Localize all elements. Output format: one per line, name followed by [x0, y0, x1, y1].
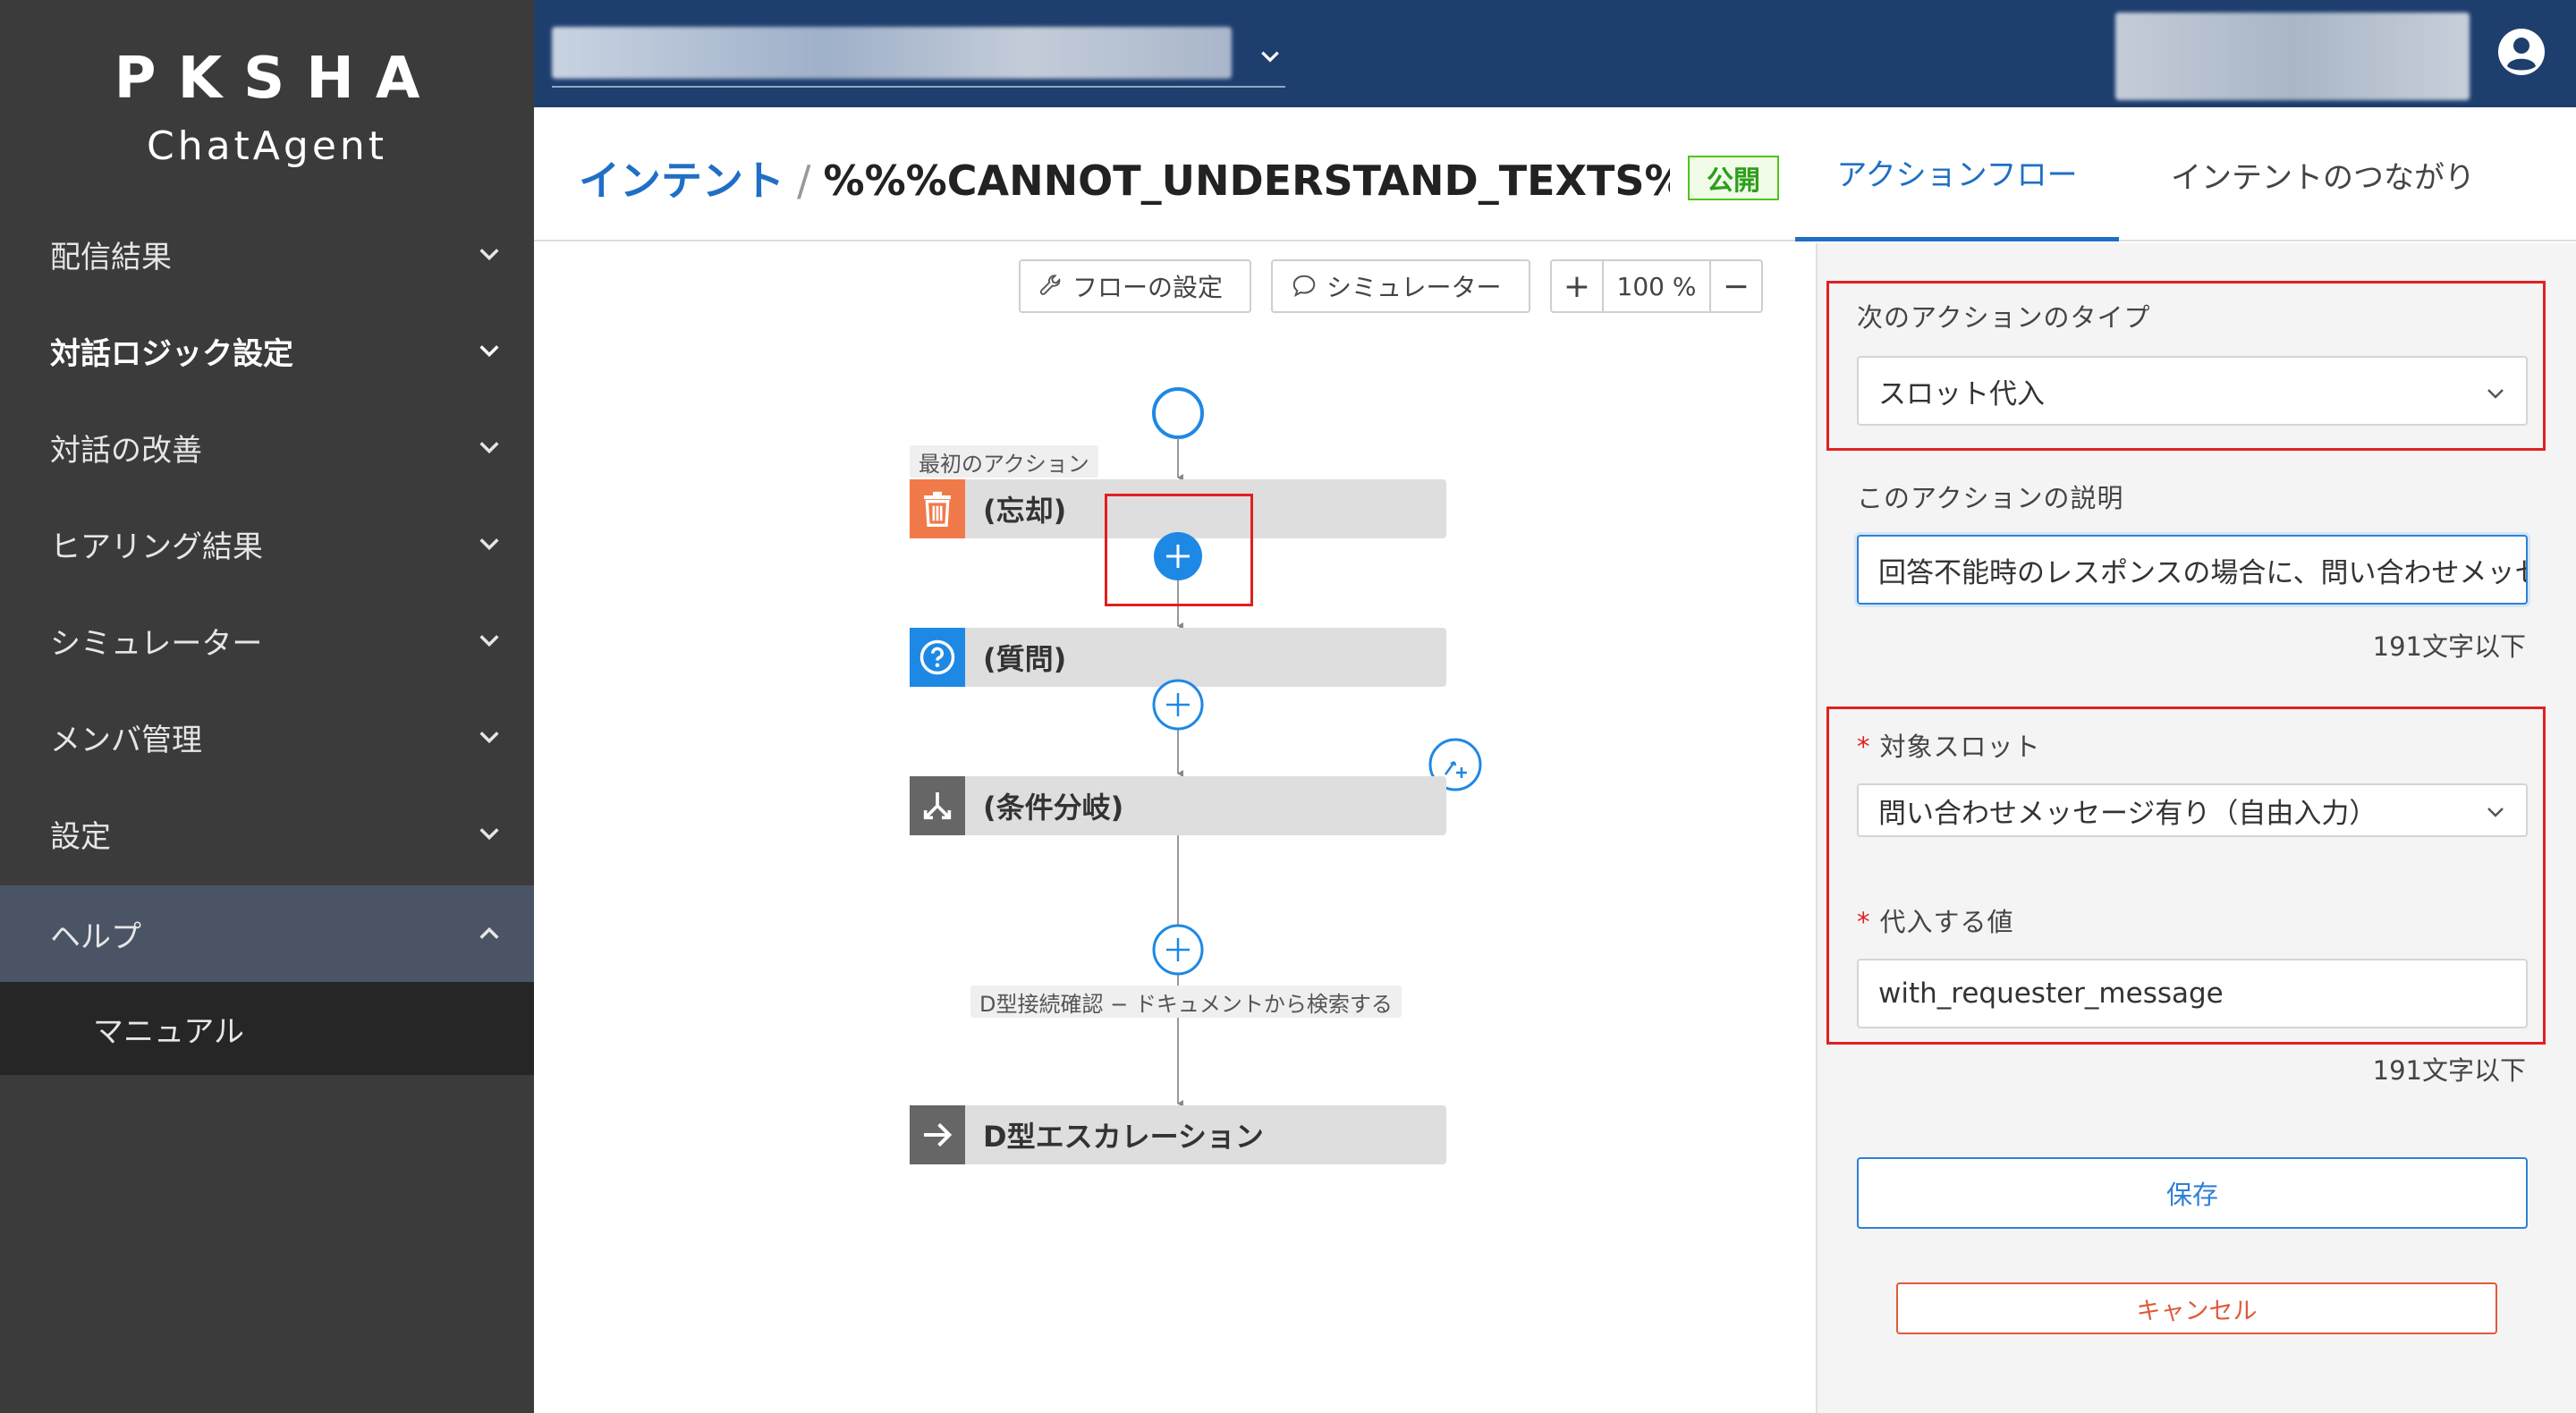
flow-node-branch[interactable]: (条件分岐) [910, 776, 1446, 835]
description-char-limit: 191文字以下 [2372, 631, 2526, 662]
page-header: インテント/%%%CANNOT_UNDERSTAND_TEXTS%%%デ 公開 … [534, 107, 2576, 241]
sidebar-item-label: 設定 [50, 818, 111, 855]
user-account-icon[interactable] [2496, 27, 2546, 77]
flow-node-label: (条件分岐) [983, 791, 1124, 825]
sidebar-item-label: 対話ロジック設定 [50, 335, 293, 372]
zoom-control: + 100 % − [1550, 259, 1763, 313]
sidebar-item-label: ヒアリング結果 [50, 529, 263, 565]
sidebar-item-help[interactable]: ヘルプ [0, 885, 534, 982]
sidebar: PKSHA ChatAgent 配信結果 対話ロジック設定 対話の改善 ヒアリン… [0, 0, 534, 1413]
highlight-box-slot-settings [1826, 706, 2546, 1045]
status-badge: 公開 [1688, 156, 1779, 200]
breadcrumb: インテント /%%%CANNOT_UNDERSTAND_TEXTS%%%デ [579, 148, 1670, 207]
flow-node-label: (忘却) [983, 494, 1067, 528]
sidebar-item-hearing-results[interactable]: ヒアリング結果 [0, 495, 534, 592]
branch-icon [910, 776, 965, 835]
flow-settings-label: フローの設定 [1072, 273, 1224, 302]
chevron-down-icon [479, 249, 499, 261]
branch-condition-label: D型接続確認 − ドキュメントから検索する [970, 986, 1402, 1018]
sidebar-item-simulator[interactable]: シミュレーター [0, 592, 534, 689]
flow-node-label: D型エスカレーション [983, 1120, 1264, 1154]
zoom-out-button[interactable]: − [1711, 261, 1761, 311]
sidebar-item-dialog-logic[interactable]: 対話ロジック設定 [0, 302, 534, 399]
action-edit-panel: 次のアクションのタイプ スロット代入 このアクションの説明 回答不能時のレスポン… [1816, 243, 2576, 1413]
add-action-button[interactable] [1151, 678, 1205, 732]
chevron-down-icon [479, 732, 499, 744]
chevron-up-icon [479, 926, 499, 939]
page-title: %%%CANNOT_UNDERSTAND_TEXTS%%%デ [823, 157, 1671, 205]
simulator-button[interactable]: シミュレーター [1271, 259, 1530, 313]
sidebar-item-settings[interactable]: 設定 [0, 785, 534, 882]
trash-icon [910, 479, 965, 538]
chevron-down-icon [479, 538, 499, 551]
first-action-tag: 最初のアクション [910, 445, 1098, 478]
project-select[interactable] [552, 25, 1285, 88]
logo: PKSHA ChatAgent [0, 43, 534, 173]
top-bar [534, 0, 2576, 107]
chevron-down-icon [479, 345, 499, 358]
question-icon [910, 628, 965, 687]
flow-settings-button[interactable]: フローの設定 [1019, 259, 1251, 313]
project-name-redacted [552, 27, 1232, 79]
tab-intent-links[interactable]: インテントのつながり [2144, 107, 2502, 241]
description-label: このアクションの説明 [1857, 483, 2124, 513]
chevron-down-icon [479, 828, 499, 841]
breadcrumb-separator: / [797, 157, 811, 205]
highlight-box-add-button [1105, 494, 1253, 606]
flow-start-node [1152, 387, 1204, 439]
cancel-button[interactable]: キャンセル [1896, 1282, 2497, 1334]
save-button[interactable]: 保存 [1857, 1157, 2528, 1229]
logo-brand: PKSHA [114, 46, 442, 112]
user-info-redacted [2115, 13, 2470, 100]
sidebar-item-label: 対話の改善 [50, 432, 202, 469]
description-value: 回答不能時のレスポンスの場合に、問い合わせメッセ [1878, 556, 2528, 589]
add-action-button[interactable] [1151, 923, 1205, 977]
chat-bubble-icon [1292, 275, 1316, 298]
logo-product: ChatAgent [146, 123, 388, 169]
sidebar-item-label: ヘルプ [50, 918, 141, 955]
assign-value-char-limit: 191文字以下 [2372, 1055, 2526, 1086]
zoom-level: 100 % [1602, 261, 1711, 311]
sidebar-subitem-label: マニュアル [93, 1013, 244, 1050]
flow-node-label: (質問) [983, 642, 1067, 676]
sidebar-item-delivery-results[interactable]: 配信結果 [0, 206, 534, 302]
highlight-box-action-type [1826, 281, 2546, 451]
description-input[interactable]: 回答不能時のレスポンスの場合に、問い合わせメッセ [1857, 535, 2528, 605]
tab-action-flow[interactable]: アクションフロー [1795, 107, 2119, 241]
sidebar-item-dialog-improvement[interactable]: 対話の改善 [0, 399, 534, 495]
flow-canvas[interactable]: フローの設定 シミュレーター + 100 % − 最初のアクション (忘却) (… [534, 243, 1816, 1413]
chevron-down-icon [1261, 51, 1279, 63]
breadcrumb-intent-link[interactable]: インテント [579, 157, 784, 205]
sidebar-subitem-manual[interactable]: マニュアル [0, 982, 534, 1075]
sidebar-item-label: メンバ管理 [50, 722, 202, 758]
simulator-label: シミュレーター [1326, 273, 1502, 302]
sidebar-item-label: 配信結果 [50, 239, 172, 275]
chevron-down-icon [479, 442, 499, 454]
sidebar-item-members[interactable]: メンバ管理 [0, 689, 534, 785]
chevron-down-icon [479, 635, 499, 647]
wrench-icon [1039, 275, 1061, 295]
flow-node-escalation[interactable]: D型エスカレーション [910, 1105, 1446, 1164]
arrow-right-icon [910, 1105, 965, 1164]
sidebar-item-label: シミュレーター [50, 625, 263, 662]
zoom-in-button[interactable]: + [1552, 261, 1602, 311]
